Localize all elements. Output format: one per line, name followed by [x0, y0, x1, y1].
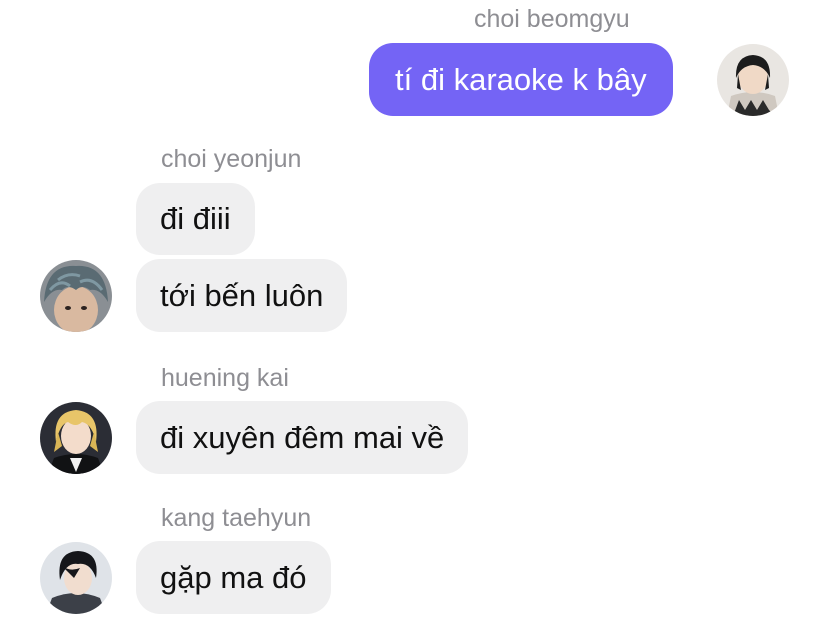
avatar-yeonjun[interactable] [40, 260, 112, 332]
sender-name-beomgyu: choi beomgyu [474, 5, 630, 33]
sender-name-hueningkai: huening kai [161, 364, 289, 392]
avatar-hueningkai[interactable] [40, 402, 112, 474]
message-bubble-incoming[interactable]: đi điii [136, 183, 255, 255]
avatar-taehyun[interactable] [40, 542, 112, 614]
message-bubble-incoming[interactable]: tới bến luôn [136, 259, 348, 332]
avatar-beomgyu[interactable] [717, 44, 789, 116]
sender-name-yeonjun: choi yeonjun [161, 145, 302, 173]
sender-name-taehyun: kang taehyun [161, 504, 312, 532]
message-bubble-incoming[interactable]: đi xuyên đêm mai về [136, 401, 469, 474]
message-bubble-incoming[interactable]: gặp ma đó [136, 541, 331, 614]
message-bubble-outgoing[interactable]: tí đi karaoke k bây [369, 43, 673, 116]
